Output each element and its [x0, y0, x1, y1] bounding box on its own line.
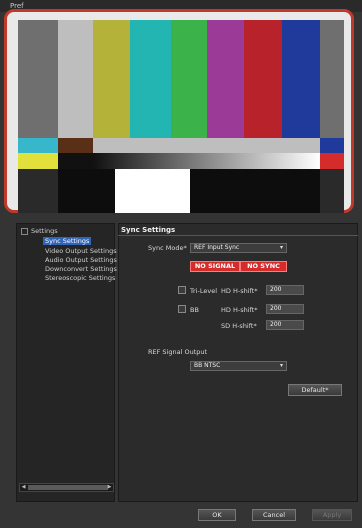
bb-checkbox[interactable] [178, 305, 186, 313]
cancel-button[interactable]: Cancel [252, 509, 296, 521]
black-block [58, 153, 93, 169]
tree-horizontal-scrollbar[interactable]: ◀ ▶ [19, 483, 114, 492]
color-bar [244, 20, 282, 138]
color-bars-preview [18, 20, 344, 213]
gray-ramp [93, 153, 320, 169]
tree-root[interactable]: Settings [21, 227, 58, 235]
ref-signal-output-dropdown[interactable]: BB NTSC ▾ [190, 361, 287, 371]
default-button[interactable]: Default* [288, 384, 342, 396]
color-strip [320, 138, 344, 153]
yellow-block [18, 153, 58, 169]
color-bar [320, 20, 344, 138]
color-bar [171, 20, 207, 138]
color-bar [130, 20, 171, 138]
color-strip [58, 138, 93, 153]
bb-hd-hshift-label: HD H-shift* [221, 306, 258, 314]
tri-level-label: Tri-Level [190, 287, 217, 295]
color-strip [18, 138, 58, 153]
chevron-down-icon: ▾ [279, 244, 283, 251]
sync-mode-dropdown[interactable]: REF Input Sync ▾ [190, 243, 287, 253]
scroll-left-icon[interactable]: ◀ [20, 484, 27, 491]
tree-item-sync-settings[interactable]: Sync Settings [43, 237, 92, 245]
color-bar [207, 20, 244, 138]
white-block [115, 169, 190, 213]
section-divider [118, 235, 358, 236]
pluge-block [190, 169, 320, 213]
chevron-down-icon: ▾ [279, 362, 283, 369]
collapse-icon[interactable] [21, 227, 28, 235]
tree-item-video-output-settings[interactable]: Video Output Settings [45, 247, 117, 255]
color-bar [58, 20, 93, 138]
tri-level-checkbox[interactable] [178, 286, 186, 294]
color-bar [18, 20, 58, 138]
tree-item-stereoscopic-settings[interactable]: Stereoscopic Settings [45, 274, 115, 282]
bb-label: BB [190, 306, 199, 314]
bb-sd-hshift-input[interactable]: 200 [266, 320, 304, 330]
color-bar [282, 20, 320, 138]
section-title: Sync Settings [121, 226, 176, 234]
ref-signal-output-label: REF Signal Output [148, 348, 208, 356]
apply-button[interactable]: Apply [312, 509, 352, 521]
hd-hshift-label: HD H-shift* [221, 287, 258, 295]
pluge-block [320, 169, 344, 213]
settings-tree: Settings Sync Settings Video Output Sett… [16, 223, 117, 502]
scroll-thumb[interactable] [28, 485, 108, 490]
red-block [320, 153, 344, 169]
bb-sd-hshift-label: SD H-shift* [221, 322, 257, 330]
tri-level-hd-hshift-input[interactable]: 200 [266, 285, 304, 295]
pluge-block [58, 169, 115, 213]
color-bar [93, 20, 130, 138]
scroll-right-icon[interactable]: ▶ [106, 484, 113, 491]
sync-mode-label: Sync Mode* [148, 244, 187, 252]
tree-item-audio-output-settings[interactable]: Audio Output Settings [45, 256, 117, 264]
tree-item-downconvert-settings[interactable]: Downconvert Settings [45, 265, 117, 273]
ok-button[interactable]: OK [198, 509, 236, 521]
no-signal-badge: NO SIGNAL [190, 261, 240, 272]
color-strip [93, 138, 320, 153]
pluge-block [18, 169, 58, 213]
no-sync-badge: NO SYNC [240, 261, 287, 272]
bb-hd-hshift-input[interactable]: 200 [266, 304, 304, 314]
